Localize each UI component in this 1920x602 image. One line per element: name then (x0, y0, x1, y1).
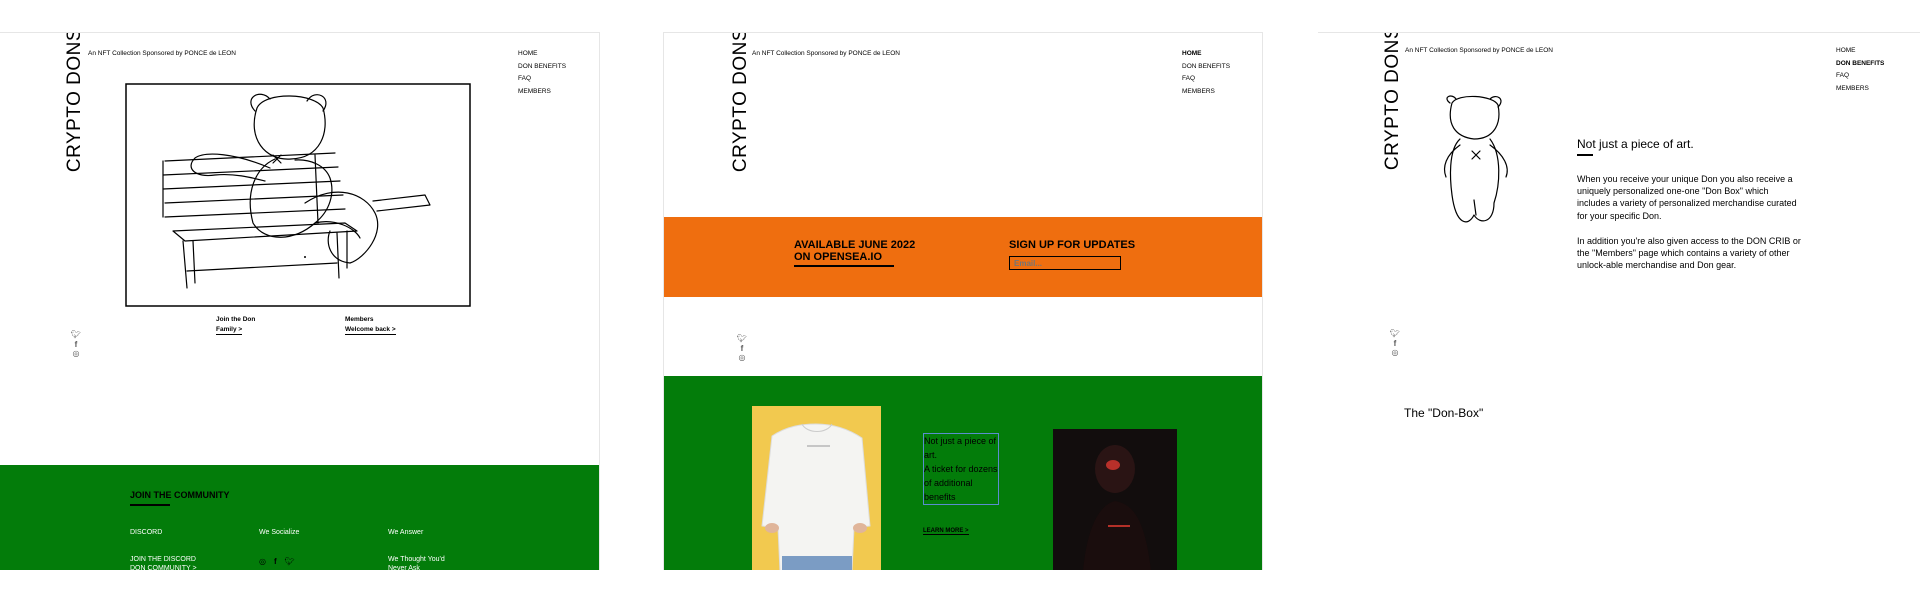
nav-home[interactable]: HOME (1836, 45, 1884, 58)
twitter-icon[interactable]: 🐦︎ (736, 334, 748, 344)
community-footer: JOIN THE COMMUNITY DISCORD We Socialize … (0, 465, 599, 570)
twitter-icon[interactable]: 🐦︎ (1389, 329, 1401, 339)
nav-don-benefits[interactable]: DON BENEFITS (1182, 61, 1230, 74)
join-family-link[interactable]: Family > (216, 326, 243, 335)
nav-don-benefits[interactable]: DON BENEFITS (518, 61, 566, 74)
instagram-icon[interactable]: ◎ (259, 557, 266, 566)
brand-text: CRYPTO DONS (1382, 32, 1403, 171)
tagline: An NFT Collection Sponsored by PONCE de … (752, 50, 901, 57)
facebook-icon[interactable]: f (70, 340, 82, 350)
portrait-photo (1053, 429, 1177, 570)
don-benefits-panel: CRYPTO DONS An NFT Collection Sponsored … (1318, 32, 1920, 570)
discord-heading: DISCORD (130, 529, 163, 536)
nav-home[interactable]: HOME (1182, 48, 1230, 61)
brand-logo[interactable]: CRYPTO DONS (60, 33, 90, 172)
sweater-photo (752, 406, 881, 570)
tagline: An NFT Collection Sponsored by PONCE de … (1405, 47, 1554, 54)
main-nav: HOME DON BENEFITS FAQ MEMBERS (1836, 45, 1884, 95)
promo-section: Not just a piece of art. A ticket for do… (664, 376, 1262, 570)
members-block: Members Welcome back > (345, 316, 396, 335)
brand-text: CRYPTO DONS (730, 32, 751, 173)
nav-members[interactable]: MEMBERS (1836, 83, 1884, 96)
faq-link[interactable]: We Thought You'd Never Ask (388, 555, 445, 570)
benefits-paragraph-2: In addition you're also given access to … (1577, 236, 1801, 271)
instagram-icon[interactable]: ◎ (1389, 348, 1401, 358)
signup-title: SIGN UP FOR UPDATES (1009, 239, 1136, 251)
facebook-icon[interactable]: f (1389, 339, 1401, 349)
benefits-paragraph-1: When you receive your unique Don you als… (1577, 174, 1797, 221)
footer-social-icons: ◎ f 🐦︎ (259, 557, 295, 566)
twitter-icon[interactable]: 🐦︎ (285, 557, 295, 566)
brand-logo[interactable]: CRYPTO DONS (1378, 33, 1408, 170)
social-links: 🐦︎ f ◎ (70, 330, 82, 359)
benefits-heading-underline (1577, 154, 1593, 156)
learn-more-link[interactable]: LEARN MORE > (923, 528, 969, 535)
brand-text: CRYPTO DONS (64, 32, 85, 173)
nav-members[interactable]: MEMBERS (518, 86, 566, 99)
answer-heading: We Answer (388, 529, 424, 536)
instagram-icon[interactable]: ◎ (736, 353, 748, 363)
donbox-title: The "Don-Box" (1404, 406, 1484, 420)
home-page-panel: CRYPTO DONS An NFT Collection Sponsored … (0, 32, 600, 570)
bear-on-bench-illustration (125, 83, 471, 307)
footer-title-underline (130, 504, 170, 506)
nav-faq[interactable]: FAQ (1836, 70, 1884, 83)
promo-text: Not just a piece of art. A ticket for do… (923, 433, 999, 505)
nav-members[interactable]: MEMBERS (1182, 86, 1230, 99)
welcome-back-link[interactable]: Welcome back > (345, 326, 396, 335)
home-scrolled-panel: CRYPTO DONS An NFT Collection Sponsored … (663, 32, 1263, 570)
facebook-icon[interactable]: f (736, 344, 748, 354)
email-input[interactable] (1009, 256, 1121, 270)
nav-faq[interactable]: FAQ (1182, 73, 1230, 86)
footer-title: JOIN THE COMMUNITY (130, 490, 230, 500)
signup-banner: AVAILABLE JUNE 2022 ON OPENSEA.IO SIGN U… (664, 217, 1262, 297)
available-text: AVAILABLE JUNE 2022 ON OPENSEA.IO (794, 239, 916, 263)
available-underline (794, 265, 894, 267)
twitter-icon[interactable]: 🐦︎ (70, 330, 82, 340)
join-don-block: Join the Don Family > (216, 316, 255, 335)
tagline: An NFT Collection Sponsored by PONCE de … (88, 50, 237, 57)
social-links: 🐦︎ f ◎ (1389, 329, 1401, 358)
main-nav: HOME DON BENEFITS FAQ MEMBERS (518, 48, 566, 98)
standing-bear-illustration (1443, 95, 1508, 223)
socialize-heading: We Socialize (259, 529, 300, 536)
members-heading: Members (345, 316, 374, 323)
join-heading: Join the Don (216, 316, 256, 323)
main-nav: HOME DON BENEFITS FAQ MEMBERS (1182, 48, 1230, 98)
facebook-icon[interactable]: f (274, 557, 277, 566)
join-discord-link[interactable]: JOIN THE DISCORD DON COMMUNITY > (130, 555, 197, 570)
nav-home[interactable]: HOME (518, 48, 566, 61)
nav-don-benefits[interactable]: DON BENEFITS (1836, 58, 1884, 71)
nav-faq[interactable]: FAQ (518, 73, 566, 86)
social-links: 🐦︎ f ◎ (736, 334, 748, 363)
benefits-heading: Not just a piece of art. (1577, 137, 1694, 151)
instagram-icon[interactable]: ◎ (70, 349, 82, 359)
